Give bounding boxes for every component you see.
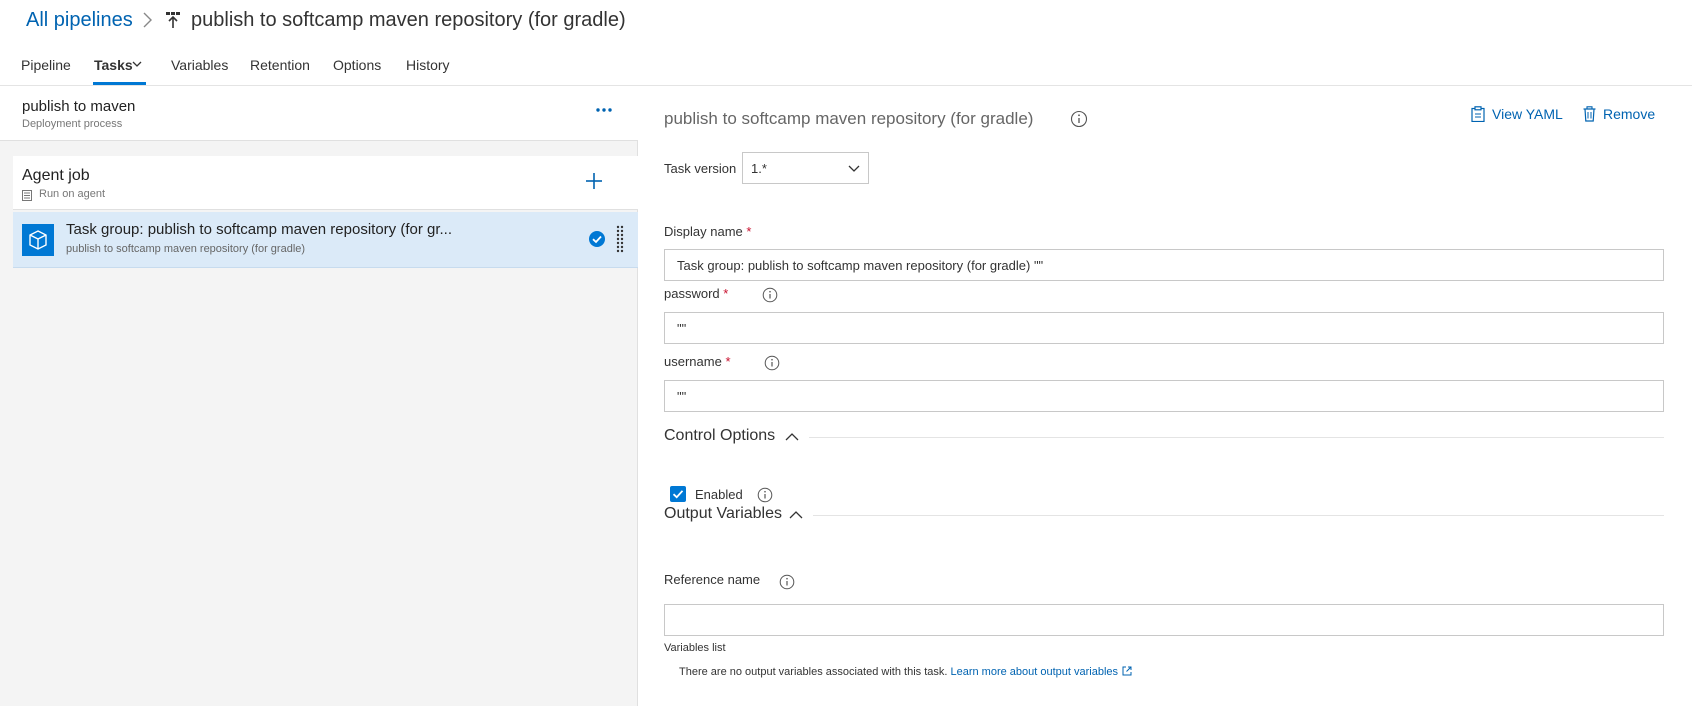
agent-job-card[interactable]: Agent job Run on agent (13, 156, 638, 210)
chevron-right-icon (143, 12, 152, 28)
enabled-checkbox[interactable] (670, 486, 686, 502)
remove-label: Remove (1603, 106, 1656, 122)
info-icon[interactable] (1070, 110, 1088, 128)
deployment-process-header[interactable]: publish to maven Deployment process (0, 86, 638, 141)
tab-tasks[interactable]: Tasks (94, 57, 133, 73)
display-name-input[interactable] (664, 249, 1664, 281)
task-version-value: 1.* (751, 161, 767, 176)
add-task-icon[interactable] (583, 170, 605, 192)
password-input[interactable] (664, 312, 1664, 344)
task-group-title: Task group: publish to softcamp maven re… (66, 221, 453, 238)
active-tab-indicator (93, 82, 146, 85)
top-header: All pipelines publish to softcamp maven … (0, 0, 1692, 44)
process-subtitle: Deployment process (22, 118, 123, 130)
server-icon (22, 190, 32, 201)
required-marker: * (746, 224, 752, 239)
chevron-up-icon[interactable] (785, 432, 799, 441)
trash-icon (1583, 106, 1596, 122)
view-yaml-button[interactable]: View YAML (1471, 106, 1563, 122)
learn-more-output-variables-link[interactable]: Learn more about output variables (950, 666, 1132, 678)
divider (813, 515, 1664, 516)
required-marker: * (725, 354, 731, 369)
pipeline-icon (166, 12, 180, 28)
drag-handle-icon[interactable] (615, 224, 625, 254)
task-group-icon (22, 224, 54, 256)
tab-variables[interactable]: Variables (171, 57, 228, 73)
password-info-icon[interactable] (762, 287, 778, 303)
tab-pipeline[interactable]: Pipeline (21, 57, 71, 73)
external-link-icon (1122, 666, 1132, 676)
username-label: username * (664, 354, 731, 369)
enabled-label: Enabled (695, 487, 743, 502)
task-details-panel: publish to softcamp maven repository (fo… (639, 86, 1692, 706)
reference-name-input[interactable] (664, 604, 1664, 636)
display-name-label: Display name * (664, 224, 752, 239)
enabled-info-icon[interactable] (757, 487, 773, 503)
password-label: password * (664, 286, 729, 301)
clipboard-icon (1471, 106, 1485, 122)
chevron-up-icon[interactable] (789, 510, 803, 519)
username-input[interactable] (664, 380, 1664, 412)
variables-list-label: Variables list (664, 642, 726, 654)
chevron-down-icon (848, 165, 860, 172)
task-version-label: Task version (664, 161, 737, 176)
no-output-variables-message: There are no output variables associated… (679, 666, 1132, 678)
checkmark-icon (672, 490, 684, 499)
agent-job-subtitle: Run on agent (39, 188, 106, 200)
enabled-check-icon (589, 231, 605, 247)
tab-history[interactable]: History (406, 57, 450, 73)
view-yaml-label: View YAML (1492, 106, 1563, 122)
agent-job-title: Agent job (22, 167, 90, 184)
reference-name-label: Reference name (664, 572, 761, 587)
tab-options[interactable]: Options (333, 57, 381, 73)
process-panel: publish to maven Deployment process Agen… (0, 86, 638, 706)
remove-button[interactable]: Remove (1583, 106, 1655, 122)
tasks-chevron-down-icon[interactable] (132, 60, 142, 68)
output-variables-toggle[interactable]: Output Variables (664, 505, 782, 523)
tab-bar: Pipeline Tasks Variables Retention Optio… (0, 50, 1692, 86)
task-version-select[interactable]: 1.* (742, 152, 869, 184)
control-options-toggle[interactable]: Control Options (664, 427, 775, 445)
task-details-title: publish to softcamp maven repository (fo… (664, 109, 1034, 128)
reference-name-info-icon[interactable] (779, 574, 795, 590)
task-group-row[interactable]: Task group: publish to softcamp maven re… (13, 212, 638, 268)
process-name: publish to maven (22, 98, 136, 115)
tab-retention[interactable]: Retention (250, 57, 310, 73)
username-info-icon[interactable] (764, 355, 780, 371)
more-options-icon[interactable] (594, 104, 614, 116)
task-group-subtitle: publish to softcamp maven repository (fo… (66, 243, 306, 255)
divider (809, 437, 1664, 438)
page-title: publish to softcamp maven repository (fo… (191, 9, 626, 31)
all-pipelines-link[interactable]: All pipelines (26, 9, 133, 32)
required-marker: * (723, 286, 729, 301)
